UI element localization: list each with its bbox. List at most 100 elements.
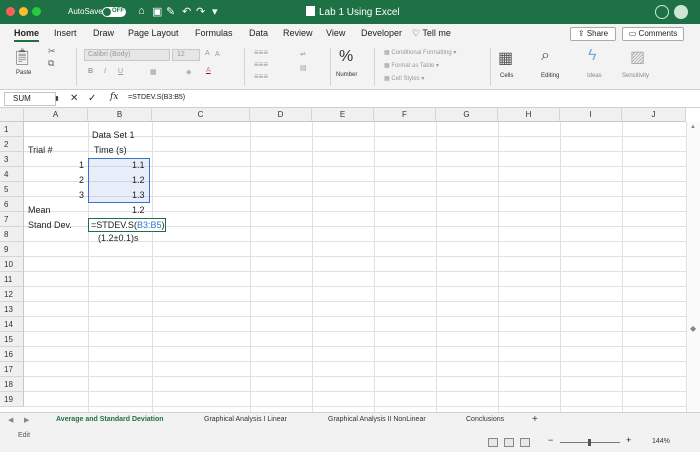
format-as-table-button[interactable]: ▦ Format as Table ▾: [384, 62, 439, 69]
cells-icon[interactable]: ▦: [498, 48, 513, 68]
number-format-icon[interactable]: %: [339, 48, 353, 66]
tab-formulas[interactable]: Formulas: [195, 28, 233, 38]
indent-icon[interactable]: ≡≡≡: [254, 72, 268, 81]
select-all-corner[interactable]: [0, 108, 24, 122]
cell-a2[interactable]: Trial #: [28, 145, 53, 155]
zoom-slider-knob[interactable]: [588, 439, 591, 446]
font-size-select[interactable]: 12: [172, 49, 200, 61]
column-header-a[interactable]: A: [24, 108, 88, 122]
italic-button[interactable]: I: [104, 68, 106, 75]
row-header-12[interactable]: 12: [0, 287, 24, 302]
borders-icon[interactable]: ▦: [150, 68, 157, 76]
page-layout-view-icon[interactable]: [504, 438, 514, 447]
tab-insert[interactable]: Insert: [54, 28, 77, 38]
row-header-10[interactable]: 10: [0, 257, 24, 272]
column-header-j[interactable]: J: [622, 108, 686, 122]
column-header-i[interactable]: I: [560, 108, 622, 122]
enter-formula-icon[interactable]: ✓: [88, 93, 96, 104]
column-header-e[interactable]: E: [312, 108, 374, 122]
row-header-8[interactable]: 8: [0, 227, 24, 242]
underline-button[interactable]: U: [118, 68, 123, 75]
row-header-2[interactable]: 2: [0, 137, 24, 152]
comments-button[interactable]: ▭ Comments: [622, 27, 684, 41]
save-icon[interactable]: ▣: [152, 5, 162, 18]
vertical-scrollbar[interactable]: ▲ ◆: [686, 122, 700, 412]
column-header-h[interactable]: H: [498, 108, 560, 122]
cell-b1[interactable]: Data Set 1: [92, 130, 135, 140]
close-window-button[interactable]: [6, 7, 15, 16]
conditional-formatting-button[interactable]: ▦ Conditional Formatting ▾: [384, 49, 456, 56]
cell-a6[interactable]: Mean: [28, 205, 51, 215]
row-header-13[interactable]: 13: [0, 302, 24, 317]
paste-icon[interactable]: 📋︎: [12, 47, 32, 67]
row-header-15[interactable]: 15: [0, 332, 24, 347]
add-sheet-button[interactable]: +: [532, 414, 538, 425]
cell-b5[interactable]: 1.3: [132, 190, 145, 200]
name-box-dropdown-icon[interactable]: ⬍: [54, 95, 60, 103]
tab-page-layout[interactable]: Page Layout: [128, 28, 179, 38]
wrap-text-icon[interactable]: ⇌: [300, 50, 306, 58]
normal-view-icon[interactable]: [488, 438, 498, 447]
row-header-11[interactable]: 11: [0, 272, 24, 287]
cell-a4[interactable]: 2: [79, 175, 84, 185]
row-header-5[interactable]: 5: [0, 182, 24, 197]
column-header-g[interactable]: G: [436, 108, 498, 122]
merge-icon[interactable]: ▤: [300, 64, 307, 72]
scroll-thumb-icon[interactable]: ◆: [690, 324, 696, 333]
tab-developer[interactable]: Developer: [361, 28, 402, 38]
autosave-toggle[interactable]: OFF: [102, 7, 126, 17]
ideas-icon[interactable]: ϟ: [588, 47, 596, 65]
font-color-icon[interactable]: A: [206, 67, 211, 74]
cell-b4[interactable]: 1.2: [132, 175, 145, 185]
scroll-up-icon[interactable]: ▲: [690, 124, 696, 130]
sheet-tab-graphical-linear[interactable]: Graphical Analysis I Linear: [204, 416, 287, 423]
copy-icon[interactable]: ⧉: [48, 58, 54, 69]
align-middle-icon[interactable]: ≡≡≡: [254, 60, 268, 69]
fill-color-icon[interactable]: ◈: [186, 68, 191, 76]
account-icon[interactable]: [674, 5, 688, 19]
column-header-f[interactable]: F: [374, 108, 436, 122]
tab-review[interactable]: Review: [283, 28, 313, 38]
row-header-17[interactable]: 17: [0, 362, 24, 377]
page-break-view-icon[interactable]: [520, 438, 530, 447]
tab-home[interactable]: Home: [14, 28, 40, 42]
worksheet-grid[interactable]: A B C D E F G H I J 1 2 3 4 5 6 7 8 9 10 11 12 13 14 1…: [0, 108, 700, 412]
zoom-out-icon[interactable]: −: [548, 435, 553, 445]
tab-data[interactable]: Data: [249, 28, 268, 38]
minimize-window-button[interactable]: [19, 7, 28, 16]
prev-sheet-icon[interactable]: ◀: [8, 416, 13, 424]
row-header-14[interactable]: 14: [0, 317, 24, 332]
row-header-18[interactable]: 18: [0, 377, 24, 392]
customize-icon[interactable]: ▾: [212, 5, 218, 18]
tab-view[interactable]: View: [326, 28, 345, 38]
row-header-6[interactable]: 6: [0, 197, 24, 212]
cell-a5[interactable]: 3: [79, 190, 84, 200]
sensitivity-icon[interactable]: ▨: [630, 47, 645, 67]
tab-draw[interactable]: Draw: [93, 28, 114, 38]
align-top-icon[interactable]: ≡≡≡: [254, 48, 268, 57]
sheet-tab-conclusions[interactable]: Conclusions: [466, 416, 504, 423]
cell-b2[interactable]: Time (s): [94, 145, 127, 155]
cell-b8[interactable]: (1.2±0.1)s: [88, 233, 148, 247]
next-sheet-icon[interactable]: ▶: [24, 416, 29, 424]
formula-input[interactable]: =STDEV.S(B3:B5): [128, 94, 185, 101]
cell-b7-editing[interactable]: =STDEV.S(B3:B5): [88, 218, 166, 232]
column-header-d[interactable]: D: [250, 108, 312, 122]
search-icon[interactable]: [655, 5, 669, 19]
cell-b6[interactable]: 1.2: [132, 205, 145, 215]
tell-me-search[interactable]: ♡ Tell me: [412, 28, 451, 39]
share-button[interactable]: ⇪ Share: [570, 27, 616, 41]
row-header-9[interactable]: 9: [0, 242, 24, 257]
row-header-7[interactable]: 7: [0, 212, 24, 227]
insert-function-icon[interactable]: fx: [110, 92, 118, 102]
maximize-window-button[interactable]: [32, 7, 41, 16]
row-header-1[interactable]: 1: [0, 122, 24, 137]
row-header-4[interactable]: 4: [0, 167, 24, 182]
editing-icon[interactable]: ⌕: [541, 47, 550, 65]
column-header-c[interactable]: C: [152, 108, 250, 122]
cell-b3[interactable]: 1.1: [132, 160, 145, 170]
row-header-3[interactable]: 3: [0, 152, 24, 167]
cell-a3[interactable]: 1: [79, 160, 84, 170]
home-icon[interactable]: ⌂: [138, 5, 145, 17]
bold-button[interactable]: B: [88, 68, 93, 75]
